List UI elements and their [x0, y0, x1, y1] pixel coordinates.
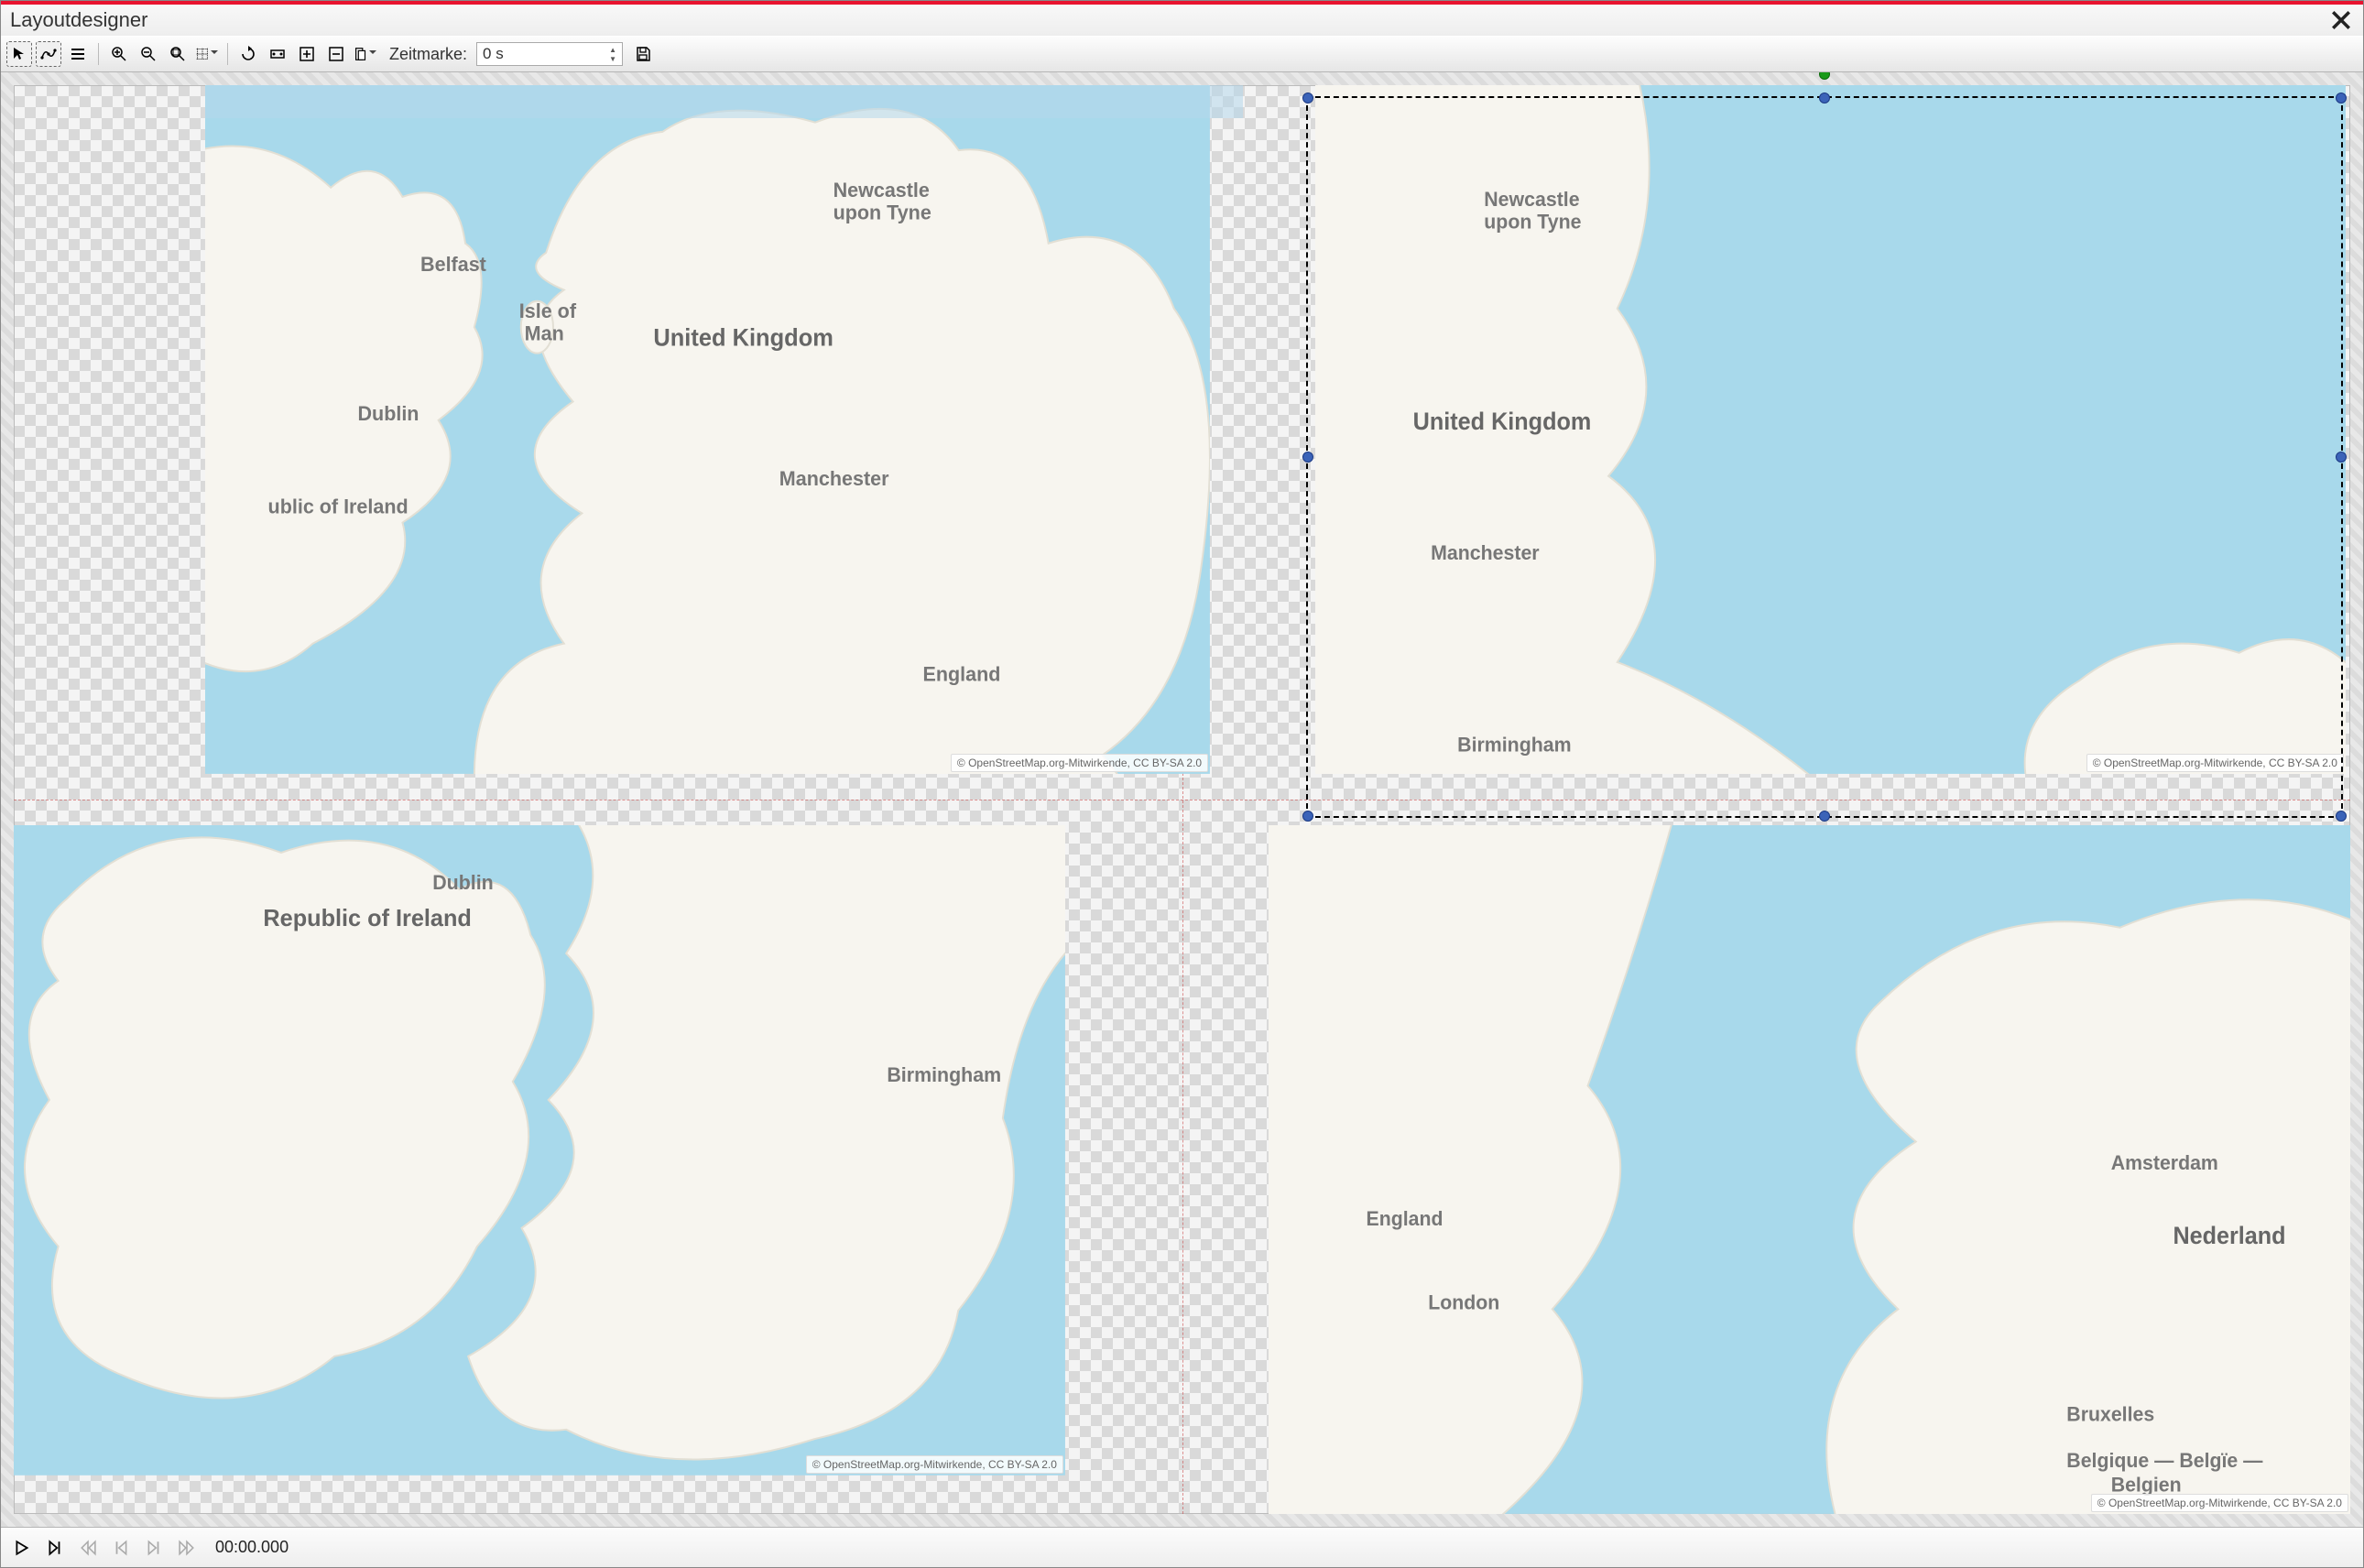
map-panel-3[interactable]: Republic of Ireland Dublin Manchester Bi… [14, 825, 1065, 1475]
label-newcastle2: upon Tyne [833, 201, 931, 223]
resize-handle-s[interactable] [1819, 811, 1830, 822]
refresh-button[interactable] [235, 41, 261, 67]
label-ireland: ublic of Ireland [268, 495, 409, 517]
toolbar: Zeitmarke: 0 s ▲ ▼ [1, 36, 2363, 72]
close-button[interactable] [2328, 7, 2354, 33]
step-forward-button[interactable] [43, 1536, 67, 1560]
save-button[interactable] [630, 41, 656, 67]
label-nederland: Nederland [2173, 1224, 2285, 1250]
label-manchester: Manchester [1431, 541, 1540, 565]
next-frame-button[interactable] [142, 1536, 166, 1560]
time-input[interactable]: 0 s ▲ ▼ [476, 42, 623, 66]
zoom-in-button[interactable] [106, 41, 132, 67]
zoom-out-button[interactable] [136, 41, 161, 67]
map-svg: Republic of Ireland Dublin Manchester Bi… [14, 825, 1065, 1475]
fast-forward-button[interactable] [175, 1536, 199, 1560]
time-value: 0 s [483, 45, 504, 63]
rotate-handle[interactable] [1819, 72, 1830, 80]
label-dublin: Dublin [432, 871, 494, 894]
add-frame-button[interactable] [294, 41, 320, 67]
remove-frame-button[interactable] [323, 41, 349, 67]
label-newcastle2: upon Tyne [1484, 210, 1581, 234]
label-iom1: Isle of [519, 299, 577, 322]
play-button[interactable] [10, 1536, 34, 1560]
snap-grid-dropdown[interactable] [194, 41, 220, 67]
map-svg: United Kingdom Manchester Birmingham New… [1315, 85, 2346, 774]
label-amsterdam: Amsterdam [2111, 1151, 2218, 1175]
map-svg: United Kingdom ublic of Ireland Dublin B… [205, 85, 1210, 774]
zoom-fit-button[interactable] [165, 41, 191, 67]
label-manchester: Manchester [779, 467, 889, 490]
label-london: London [1428, 1290, 1499, 1314]
titlebar: Layoutdesigner [1, 1, 2363, 36]
select-tool-button[interactable] [6, 41, 32, 67]
resize-handle-se[interactable] [2336, 811, 2347, 822]
window-title: Layoutdesigner [10, 8, 147, 32]
label-newcastle1: Newcastle [833, 179, 930, 201]
label-uk: United Kingdom [654, 325, 834, 352]
label-belgie1: Belgique — Belgïe — [2066, 1449, 2262, 1473]
label-dublin: Dublin [358, 401, 419, 424]
attribution: © OpenStreetMap.org-Mitwirkende, CC BY-S… [806, 1455, 1063, 1474]
map-panel-2[interactable]: United Kingdom Manchester Birmingham New… [1315, 85, 2346, 774]
resize-handle-w[interactable] [1302, 452, 1313, 463]
layout-designer-window: Layoutdesigner [0, 0, 2364, 1568]
label-iom2: Man [525, 321, 564, 344]
presets-dropdown[interactable] [353, 41, 378, 67]
label-bruxelles: Bruxelles [2066, 1402, 2154, 1426]
resize-handle-nw[interactable] [1302, 93, 1313, 103]
resize-handle-sw[interactable] [1302, 811, 1313, 822]
toolbar-separator [98, 43, 99, 65]
edit-points-tool-button[interactable] [36, 41, 61, 67]
time-spin-up[interactable]: ▲ [605, 45, 620, 54]
label-uk: United Kingdom [1413, 408, 1592, 435]
label-belgie2: Belgien [2111, 1473, 2182, 1497]
toolbar-separator [227, 43, 228, 65]
list-tool-button[interactable] [65, 41, 91, 67]
attribution: © OpenStreetMap.org-Mitwirkende, CC BY-S… [2091, 1494, 2348, 1512]
label-england: England [1366, 1207, 1443, 1231]
label-newcastle1: Newcastle [1484, 188, 1579, 212]
playback-bar: 00:00.000 [1, 1527, 2363, 1567]
map-panel-1[interactable]: United Kingdom ublic of Ireland Dublin B… [205, 85, 1210, 774]
label-manchester: Manchester [878, 825, 987, 826]
layout-canvas[interactable]: United Kingdom ublic of Ireland Dublin B… [14, 85, 2350, 1514]
time-label: Zeitmarke: [389, 45, 467, 64]
label-england: England [923, 662, 1001, 685]
playback-time: 00:00.000 [215, 1538, 289, 1557]
label-birmingham: Birmingham [1457, 733, 1571, 757]
canvas-area[interactable]: United Kingdom ublic of Ireland Dublin B… [1, 72, 2363, 1527]
map-svg: London England Amsterdam Nederland Bruxe… [1269, 825, 2350, 1514]
time-spin-down[interactable]: ▼ [605, 54, 620, 63]
label-ireland-full: Republic of Ireland [263, 906, 471, 931]
rewind-button[interactable] [76, 1536, 100, 1560]
label-belfast: Belfast [420, 253, 486, 276]
keyframe-rect-button[interactable] [265, 41, 290, 67]
attribution: © OpenStreetMap.org-Mitwirkende, CC BY-S… [951, 754, 1208, 772]
map-panel-4[interactable]: London England Amsterdam Nederland Bruxe… [1269, 825, 2350, 1514]
prev-frame-button[interactable] [109, 1536, 133, 1560]
attribution: © OpenStreetMap.org-Mitwirkende, CC BY-S… [2086, 754, 2344, 772]
label-birmingham: Birmingham [887, 1063, 1001, 1086]
